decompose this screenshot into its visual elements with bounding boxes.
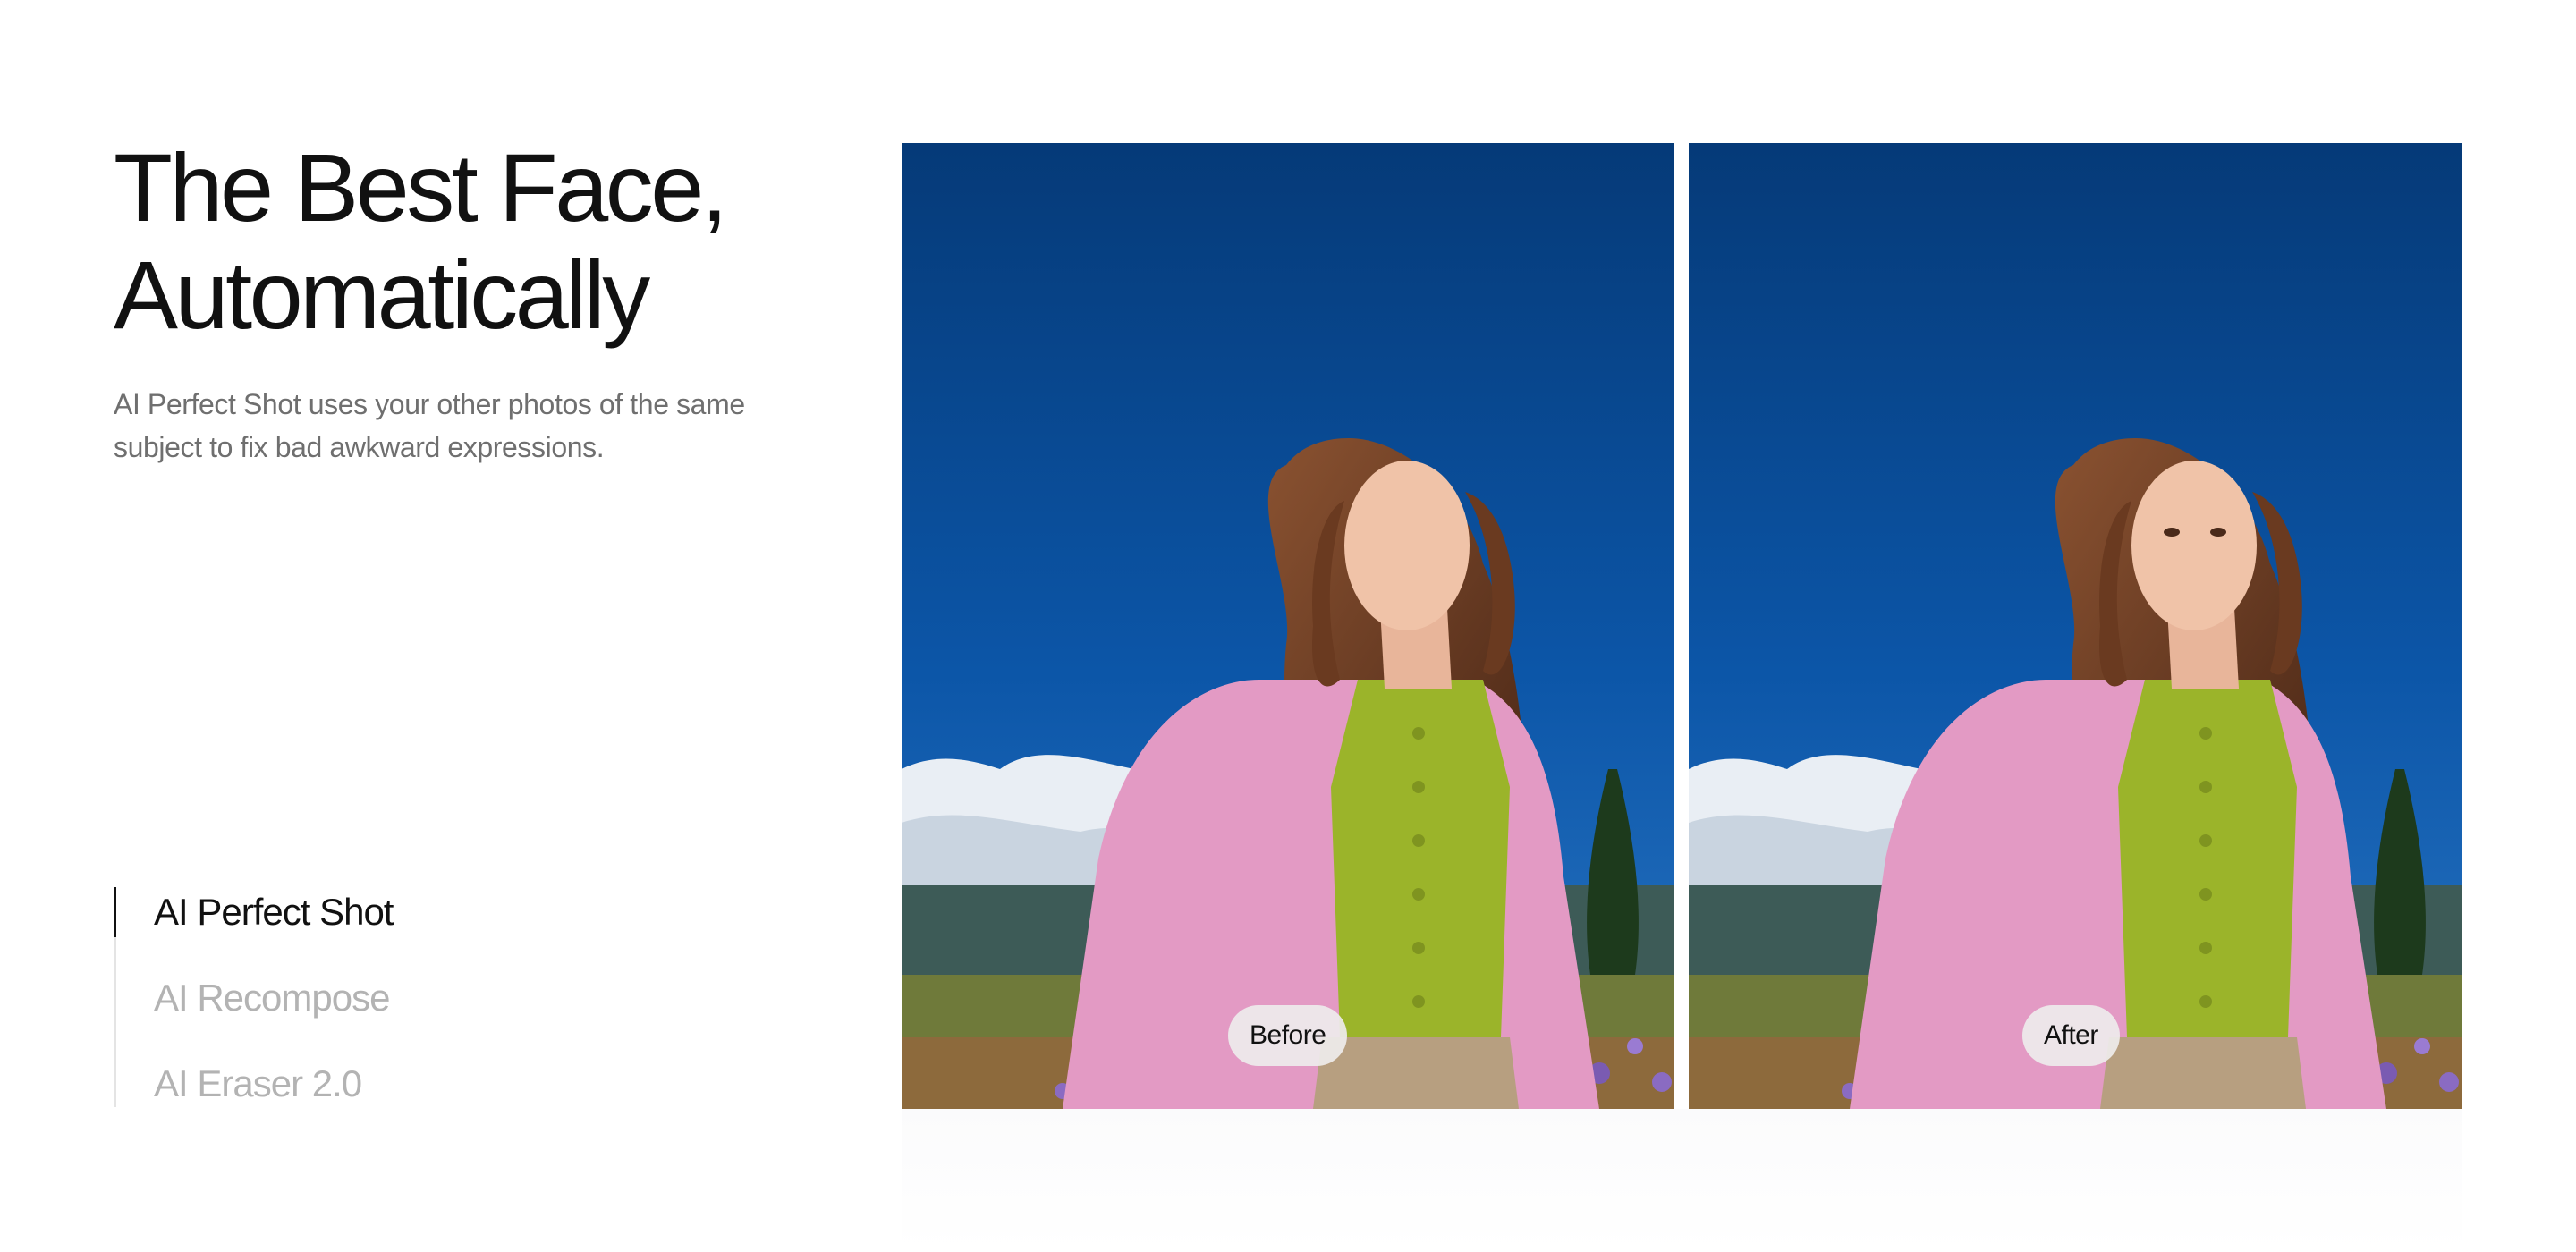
before-label: Before [1228,1005,1348,1066]
after-photo [1689,143,2462,1109]
page-title-line-1: The Best Face, [114,133,728,241]
tab-ai-recompose[interactable]: AI Recompose [154,973,390,1023]
bottom-fade [902,1109,2462,1252]
feature-description-line-1: AI Perfect Shot uses your other photos o… [114,388,745,420]
page-title-line-2: Automatically [114,241,650,349]
feature-tab-list: AI Perfect Shot AI Recompose AI Eraser 2… [114,887,740,1107]
page: The Best Face, Automatically AI Perfect … [0,0,2576,1252]
after-label: After [2022,1005,2120,1066]
before-photo [902,143,1674,1109]
tab-ai-perfect-shot[interactable]: AI Perfect Shot [154,887,394,937]
page-title: The Best Face, Automatically [114,134,811,349]
feature-description-line-2: subject to fix bad awkward expressions. [114,431,605,463]
active-tab-indicator [114,887,116,937]
feature-description: AI Perfect Shot uses your other photos o… [114,383,811,469]
before-photo-illustration [902,143,1674,1109]
after-photo-illustration [1689,143,2462,1109]
tab-ai-eraser[interactable]: AI Eraser 2.0 [154,1059,362,1109]
